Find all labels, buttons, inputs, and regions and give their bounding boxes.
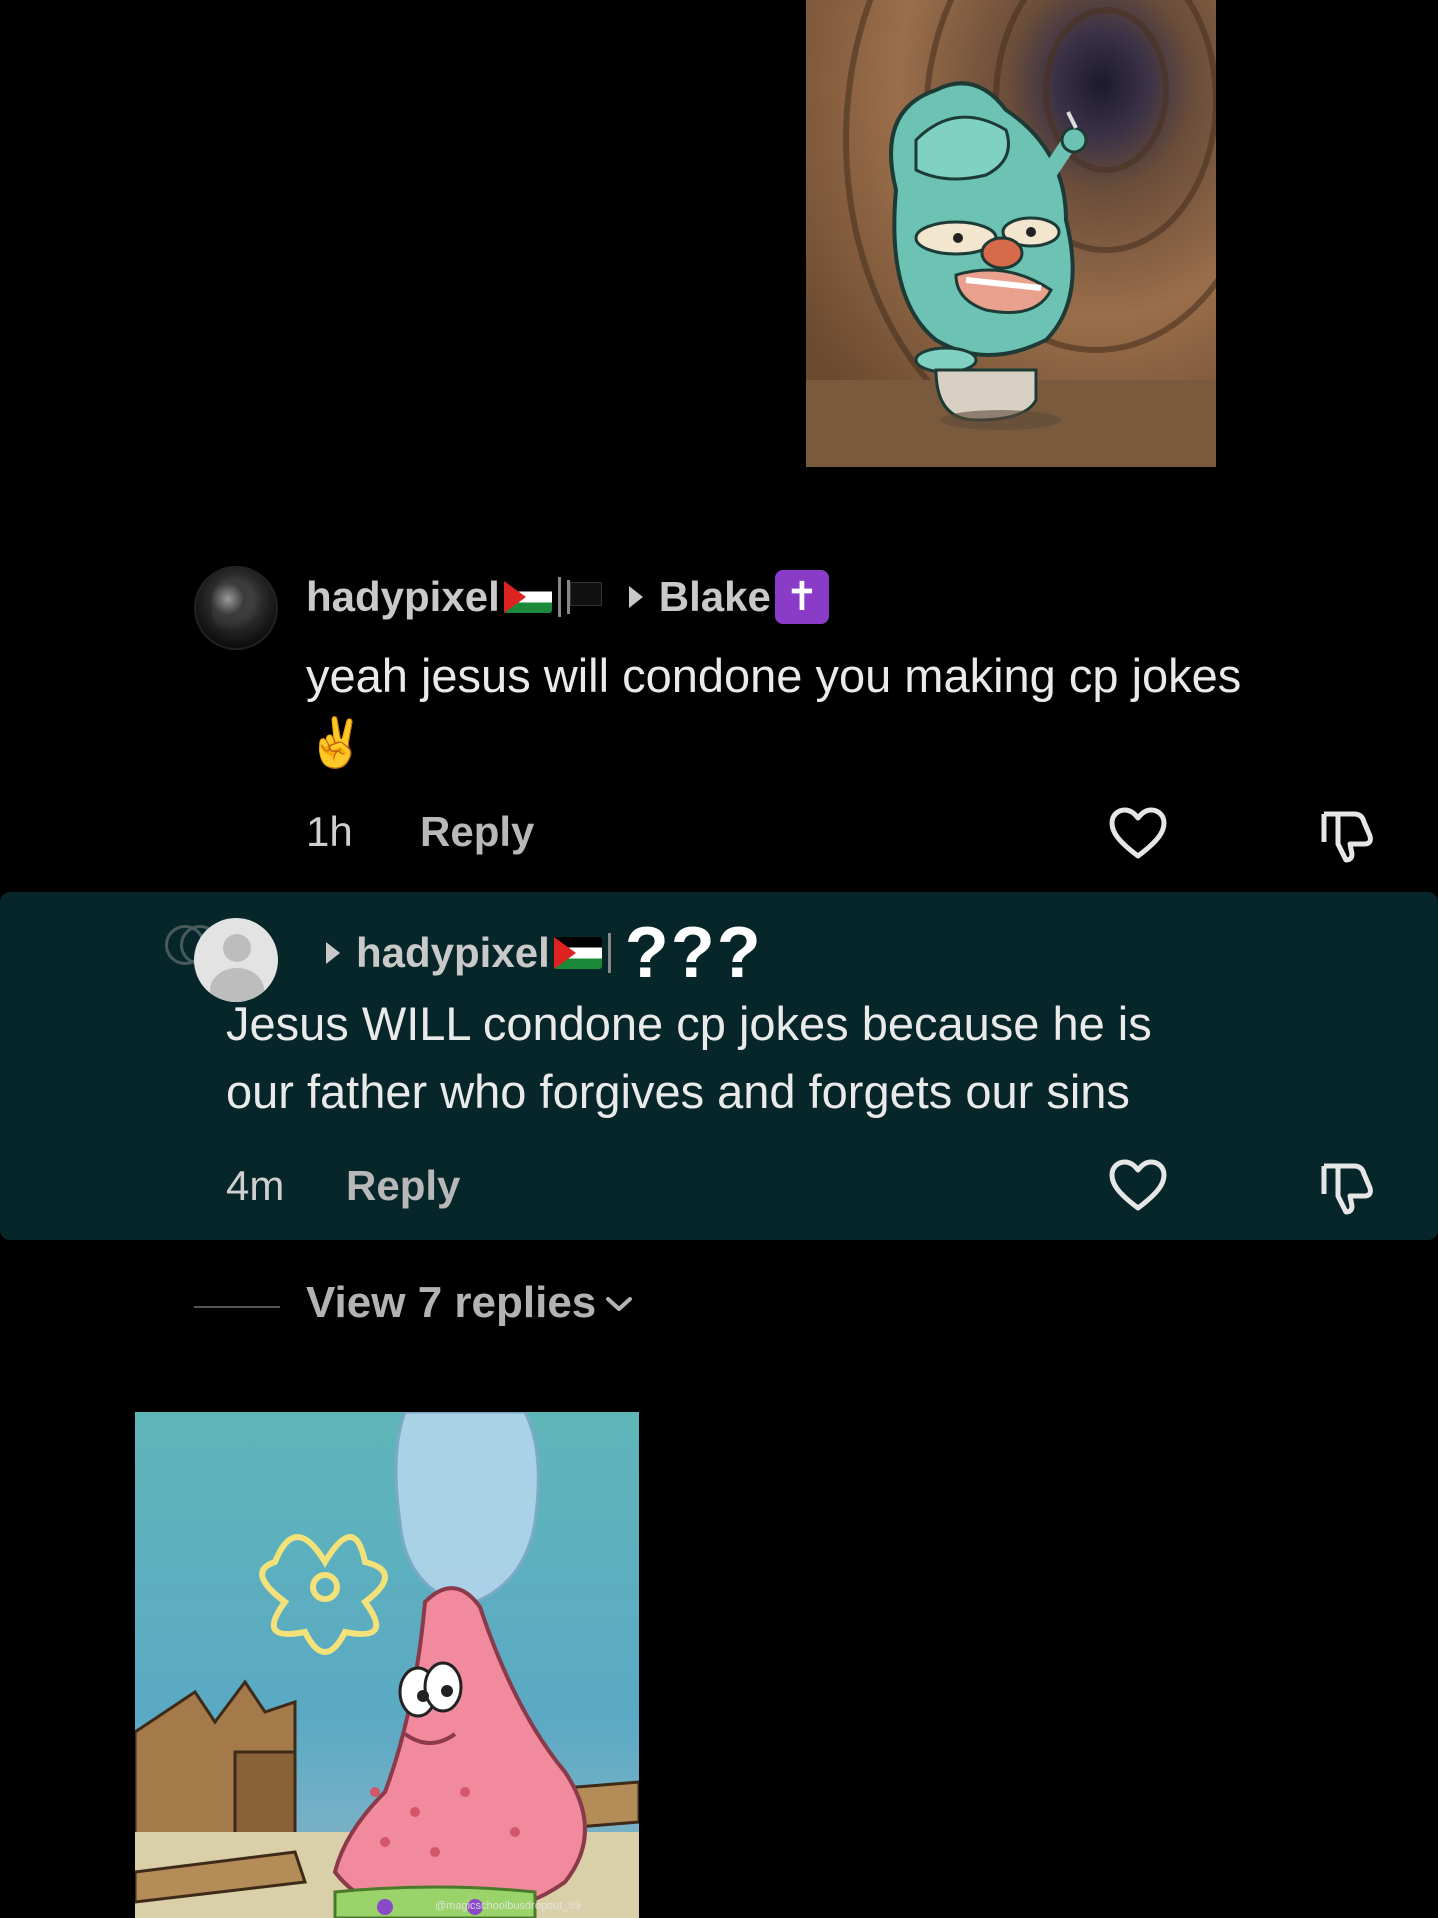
patrick-star-illustration	[135, 1412, 639, 1918]
divider	[557, 577, 561, 617]
reply-timestamp: 4m	[226, 1162, 285, 1209]
view-replies-button[interactable]: View 7 replies	[306, 1278, 636, 1328]
heart-outline-icon[interactable]	[1108, 1158, 1168, 1214]
view-replies-label: View 7 replies	[306, 1278, 597, 1327]
reply-button[interactable]: Reply	[420, 808, 534, 856]
comment-text: yeah jesus will condone you making cp jo…	[306, 649, 1242, 702]
triangle-right-icon	[326, 942, 340, 964]
reply-header: hadypixel ???	[326, 912, 763, 994]
meme-image-top[interactable]	[806, 0, 1216, 467]
reply-button[interactable]: Reply	[346, 1162, 460, 1210]
chevron-down-icon	[606, 1297, 633, 1311]
comment-body: yeah jesus will condone you making cp jo…	[306, 642, 1406, 778]
commenter-avatar[interactable]	[194, 566, 278, 650]
comment-header: hadypixel Blake ✝	[306, 570, 829, 624]
reply-body: Jesus WILL condone cp jokes because he i…	[226, 990, 1406, 1126]
reply-text-line: our father who forgives and forgets our …	[226, 1065, 1130, 1118]
reply-to-username[interactable]: Blake	[659, 573, 771, 621]
thumbs-down-outline-icon[interactable]	[1316, 806, 1376, 864]
question-marks: ???	[624, 913, 763, 993]
reply-text-line: Jesus WILL condone cp jokes because he i…	[226, 997, 1152, 1050]
palestine-flag-icon	[553, 937, 602, 969]
username[interactable]: hadypixel	[306, 573, 500, 621]
latin-cross-icon: ✝	[774, 570, 829, 624]
victory-hand-emoji: ✌️	[306, 717, 366, 770]
thumbs-down-outline-icon[interactable]	[1316, 1158, 1376, 1216]
black-flag-icon	[565, 580, 605, 614]
meme-image-bottom[interactable]: @magicschoolbusdropout_69	[135, 1412, 639, 1918]
triangle-right-icon	[628, 586, 643, 608]
comment-timestamp: 1h	[306, 808, 353, 855]
cave-cartoon-illustration	[806, 0, 1216, 467]
watermark-text: @magicschoolbusdropout_69	[435, 1900, 581, 1912]
divider	[607, 933, 611, 973]
heart-outline-icon[interactable]	[1108, 806, 1168, 862]
palestine-flag-icon	[503, 581, 552, 613]
divider-line	[194, 1306, 280, 1308]
reply-to-username[interactable]: hadypixel	[356, 929, 550, 977]
